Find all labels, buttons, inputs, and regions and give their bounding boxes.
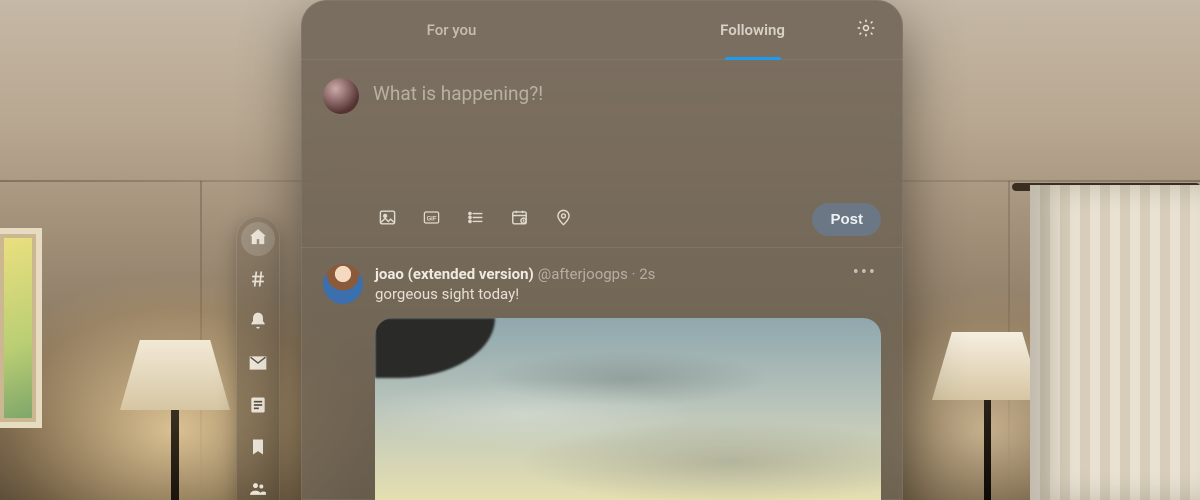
user-avatar[interactable] bbox=[323, 78, 359, 114]
gif-icon: GIF bbox=[422, 208, 441, 231]
nav-bookmarks[interactable] bbox=[247, 438, 269, 460]
post-author-handle[interactable]: @afterjoogps · 2s bbox=[538, 265, 656, 283]
mail-icon bbox=[248, 353, 268, 377]
poll-icon bbox=[466, 208, 485, 231]
location-button[interactable] bbox=[547, 204, 579, 236]
schedule-button[interactable] bbox=[503, 204, 535, 236]
list-icon bbox=[248, 395, 268, 419]
location-icon bbox=[554, 208, 573, 231]
schedule-icon bbox=[510, 208, 529, 231]
timeline-tabs: For you Following bbox=[301, 0, 903, 60]
nav-lists[interactable] bbox=[247, 396, 269, 418]
svg-text:GIF: GIF bbox=[426, 216, 436, 222]
image-icon bbox=[378, 208, 397, 231]
composer-input[interactable]: What is happening?! bbox=[373, 78, 881, 105]
feed-item[interactable]: joao (extended version) @afterjoogps · 2… bbox=[301, 248, 903, 500]
bell-icon bbox=[248, 311, 268, 335]
post-image[interactable] bbox=[375, 318, 881, 500]
post-button[interactable]: Post bbox=[812, 203, 881, 236]
tab-for-you-label: For you bbox=[427, 21, 477, 39]
post-author-avatar[interactable] bbox=[323, 264, 363, 304]
nav-communities[interactable] bbox=[247, 480, 269, 500]
hash-icon bbox=[248, 269, 268, 293]
nav-messages[interactable] bbox=[247, 354, 269, 376]
tab-for-you[interactable]: For you bbox=[301, 0, 602, 59]
post-text: gorgeous sight today! bbox=[375, 285, 837, 303]
side-nav bbox=[236, 216, 280, 500]
post-more-button[interactable]: ••• bbox=[849, 264, 881, 304]
bookmark-icon bbox=[248, 437, 268, 461]
post-timestamp: 2s bbox=[639, 265, 655, 283]
active-tab-underline bbox=[725, 57, 781, 60]
people-icon bbox=[248, 479, 268, 500]
composer-toolbar: GIF Post bbox=[301, 192, 903, 248]
post-author-name[interactable]: joao (extended version) bbox=[375, 265, 534, 283]
floor-lamp-left bbox=[120, 340, 230, 500]
curtain bbox=[1030, 185, 1200, 500]
nav-home[interactable] bbox=[247, 228, 269, 250]
attach-gif-button[interactable]: GIF bbox=[415, 204, 447, 236]
timeline-settings-button[interactable] bbox=[849, 13, 883, 47]
attach-image-button[interactable] bbox=[371, 204, 403, 236]
timeline-window: For you Following What is happening?! bbox=[301, 0, 903, 500]
floor-lamp-right bbox=[932, 332, 1042, 500]
wall-art bbox=[0, 228, 42, 428]
home-icon bbox=[248, 227, 268, 251]
composer: What is happening?! bbox=[301, 60, 903, 114]
meta-separator: · bbox=[628, 265, 639, 283]
ellipsis-icon: ••• bbox=[853, 262, 877, 283]
gear-icon bbox=[856, 18, 876, 42]
nav-notifications[interactable] bbox=[247, 312, 269, 334]
handle-text: @afterjoogps bbox=[538, 265, 628, 283]
nav-explore[interactable] bbox=[247, 270, 269, 292]
poll-button[interactable] bbox=[459, 204, 491, 236]
tab-following-label: Following bbox=[720, 21, 785, 39]
